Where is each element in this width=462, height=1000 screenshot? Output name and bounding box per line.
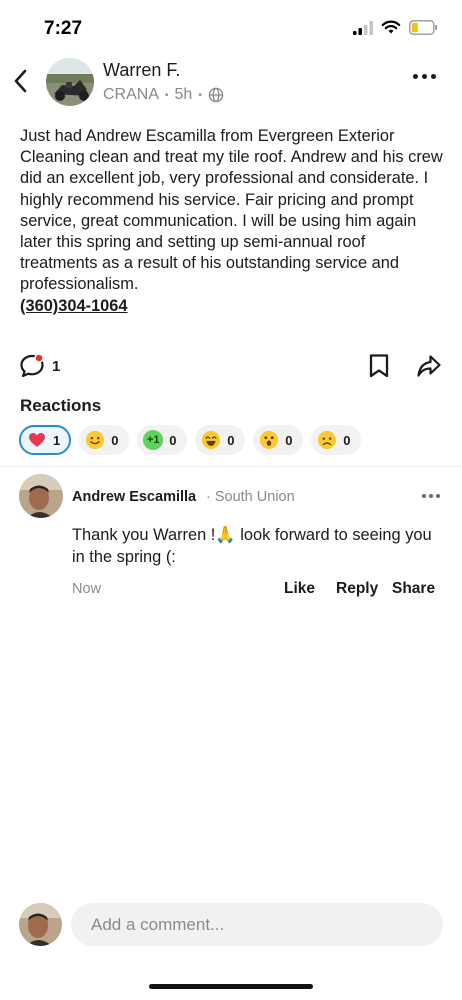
battery-icon (409, 20, 437, 35)
commenter-location[interactable]: · South Union (206, 489, 295, 505)
status-icons (353, 20, 438, 35)
home-indicator (149, 984, 313, 989)
share-arrow-icon (417, 355, 441, 377)
more-dot (422, 74, 427, 79)
status-bar: 7:27 (0, 0, 462, 52)
comment-count: 1 (52, 357, 61, 375)
bookmark-button[interactable] (368, 353, 390, 384)
wifi-icon (381, 20, 401, 34)
heart-icon (27, 430, 47, 450)
commenter-avatar[interactable] (19, 474, 63, 518)
reaction-count: 0 (285, 432, 293, 448)
comment-reply-button[interactable]: Reply (336, 580, 378, 598)
more-dot (413, 74, 418, 79)
reaction-plus-one[interactable]: +1 0 (137, 425, 188, 455)
comment-like-button[interactable]: Like (284, 580, 315, 598)
back-button[interactable] (8, 66, 32, 96)
smile-emoji-icon (85, 430, 105, 450)
comment-share-button[interactable]: Share (392, 580, 435, 598)
reaction-count: 0 (169, 432, 177, 448)
phone-link[interactable]: (360)304-1064 (20, 297, 128, 315)
comment-more-button[interactable] (422, 494, 440, 498)
more-dot (436, 494, 440, 498)
author-name[interactable]: Warren F. (103, 60, 180, 81)
reactions-title: Reactions (20, 396, 102, 415)
cellular-signal-icon (353, 20, 373, 35)
post-body: Just had Andrew Escamilla from Evergreen… (20, 126, 445, 317)
comment-bubble-icon (20, 353, 44, 378)
bookmark-icon (369, 354, 389, 378)
commenter-name[interactable]: Andrew Escamilla (72, 489, 196, 505)
status-time: 7:27 (44, 18, 83, 39)
globe-icon (208, 87, 224, 103)
community-name[interactable]: CRANA (103, 86, 159, 104)
comment-time: Now (72, 581, 102, 597)
sad-emoji-icon (317, 430, 337, 450)
meta-separator: • (198, 89, 202, 101)
post-meta: CRANA • 5h • (103, 86, 224, 104)
reaction-smile[interactable]: 0 (79, 425, 130, 455)
post-age: 5h (174, 86, 193, 103)
reaction-heart[interactable]: 1 (19, 425, 72, 455)
reaction-count: 1 (53, 432, 61, 448)
plus-one-icon: +1 (143, 430, 164, 450)
plus-one-label: +1 (146, 433, 160, 446)
post-header: Warren F. CRANA • 5h • (0, 52, 462, 112)
meta-separator: • (165, 89, 169, 101)
reaction-count: 0 (227, 432, 235, 448)
reactions-row: 1 0 +1 0 0 0 0 (19, 425, 362, 455)
share-button[interactable] (416, 353, 442, 384)
laugh-emoji-icon (201, 430, 221, 450)
section-divider (0, 466, 462, 467)
wow-emoji-icon (259, 430, 279, 450)
more-dot (431, 74, 436, 79)
chevron-left-icon (14, 69, 27, 93)
post-text: Just had Andrew Escamilla from Evergreen… (20, 127, 443, 294)
my-avatar (19, 903, 62, 946)
author-avatar[interactable] (46, 58, 94, 106)
more-dot (422, 494, 426, 498)
reaction-wow[interactable]: 0 (253, 425, 304, 455)
post-actions: 1 (0, 350, 462, 384)
post-more-button[interactable] (413, 74, 436, 79)
reaction-laugh[interactable]: 0 (195, 425, 246, 455)
reaction-sad[interactable]: 0 (311, 425, 362, 455)
comment-input[interactable] (71, 903, 443, 946)
reaction-count: 0 (343, 432, 351, 448)
comment-text: Thank you Warren !🙏 look forward to seei… (72, 526, 432, 566)
comment-button[interactable]: 1 (18, 352, 60, 380)
more-dot (429, 494, 433, 498)
reaction-count: 0 (111, 432, 119, 448)
